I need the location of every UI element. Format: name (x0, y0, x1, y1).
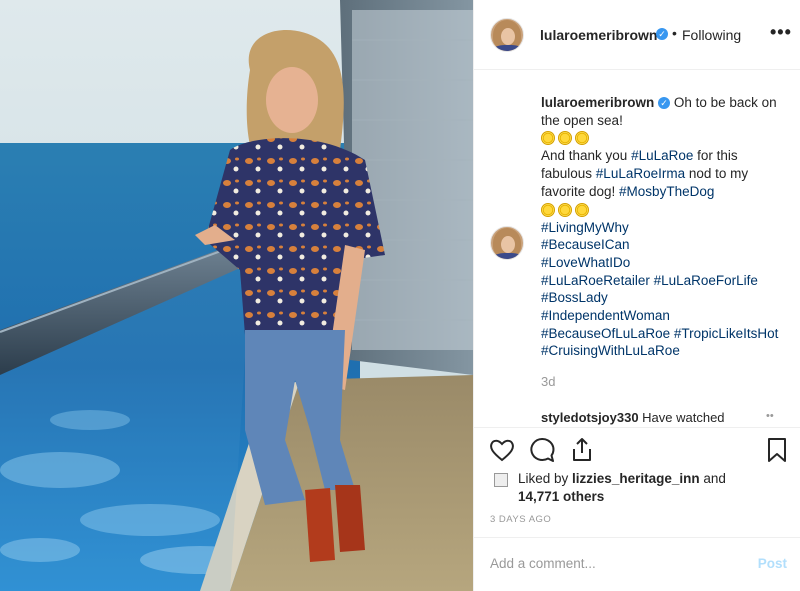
caption-avatar[interactable] (490, 226, 524, 260)
liker-avatar[interactable] (494, 473, 508, 487)
following-button[interactable]: Following (682, 27, 741, 43)
verified-badge-icon: ✓ (658, 97, 671, 110)
heart-icon[interactable] (488, 436, 516, 464)
comment-input[interactable]: Add a comment... (490, 556, 596, 571)
caption-time[interactable]: 3d (541, 374, 555, 389)
hashtag-link[interactable]: #BossLady (541, 289, 787, 307)
comment-options-icon[interactable]: •• (766, 410, 774, 422)
likes-mid: and (699, 471, 726, 486)
add-comment-bar: Add a comment... Post (474, 537, 800, 591)
comment-bubble-icon[interactable] (528, 436, 556, 464)
post-timestamp[interactable]: 3 DAYS AGO (490, 514, 551, 525)
caption-text-segment: And thank you (541, 148, 632, 164)
profile-avatar[interactable] (490, 18, 524, 52)
hashtag-link[interactable]: #LuLaRoeRetailer #LuLaRoeForLife (541, 272, 787, 290)
separator-dot: • (672, 25, 677, 41)
post-side-panel: lularoemeribrown ✓ • Following ••• lular… (473, 0, 800, 591)
sun-emoji-icon (541, 202, 555, 217)
caption-paragraph-2: And thank you #LuLaRoe for this fabulous… (541, 147, 787, 200)
post-comment-button[interactable]: Post (758, 556, 787, 571)
sun-emoji-icon (558, 131, 572, 146)
sun-emoji-row (541, 129, 787, 147)
hashtag-link[interactable]: #LoveWhatIDo (541, 254, 787, 272)
comments-section[interactable]: lularoemeribrown ✓ Oh to be back on the … (474, 71, 800, 427)
sun-emoji-row (541, 201, 787, 219)
comment-text: Have watched (638, 410, 725, 425)
likes-count[interactable]: 14,771 others (518, 489, 604, 504)
likes-prefix: Liked by (518, 471, 573, 486)
liker-username[interactable]: lizzies_heritage_inn (572, 471, 700, 486)
hashtag-link[interactable]: #BecauseOfLuLaRoe #TropicLikeItsHot (541, 325, 787, 343)
post-photo[interactable] (0, 0, 473, 591)
comment-username[interactable]: styledotsjoy330 (541, 410, 639, 425)
likes-text: Liked by lizzies_heritage_inn and 14,771… (518, 470, 778, 505)
caption-text: lularoemeribrown ✓ Oh to be back on the … (541, 94, 787, 360)
hashtag-link[interactable]: #LuLaRoeIrma (596, 166, 685, 181)
more-options-icon[interactable]: ••• (770, 22, 792, 43)
post-header: lularoemeribrown ✓ • Following ••• (474, 0, 800, 70)
sun-emoji-icon (541, 131, 555, 146)
photo-illustration (0, 0, 473, 591)
bookmark-icon[interactable] (763, 436, 791, 464)
sun-emoji-icon (575, 131, 589, 146)
verified-badge-icon: ✓ (656, 28, 668, 40)
hashtag-link[interactable]: #LivingMyWhy (541, 219, 787, 237)
action-bar (474, 427, 800, 471)
hashtag-link[interactable]: #MosbyTheDog (619, 184, 714, 199)
hashtag-link[interactable]: #CruisingWithLuLaRoe (541, 342, 787, 360)
header-username[interactable]: lularoemeribrown (540, 27, 657, 43)
share-icon[interactable] (568, 436, 596, 464)
caption-username[interactable]: lularoemeribrown (541, 95, 654, 110)
sun-emoji-icon (558, 202, 572, 217)
hashtag-link[interactable]: #BecauseICan (541, 236, 787, 254)
sun-emoji-icon (575, 202, 589, 217)
hashtag-link[interactable]: #IndependentWoman (541, 307, 787, 325)
comment-item: styledotsjoy330 Have watched (541, 410, 725, 425)
hashtag-link[interactable]: #LuLaRoe (631, 148, 693, 163)
